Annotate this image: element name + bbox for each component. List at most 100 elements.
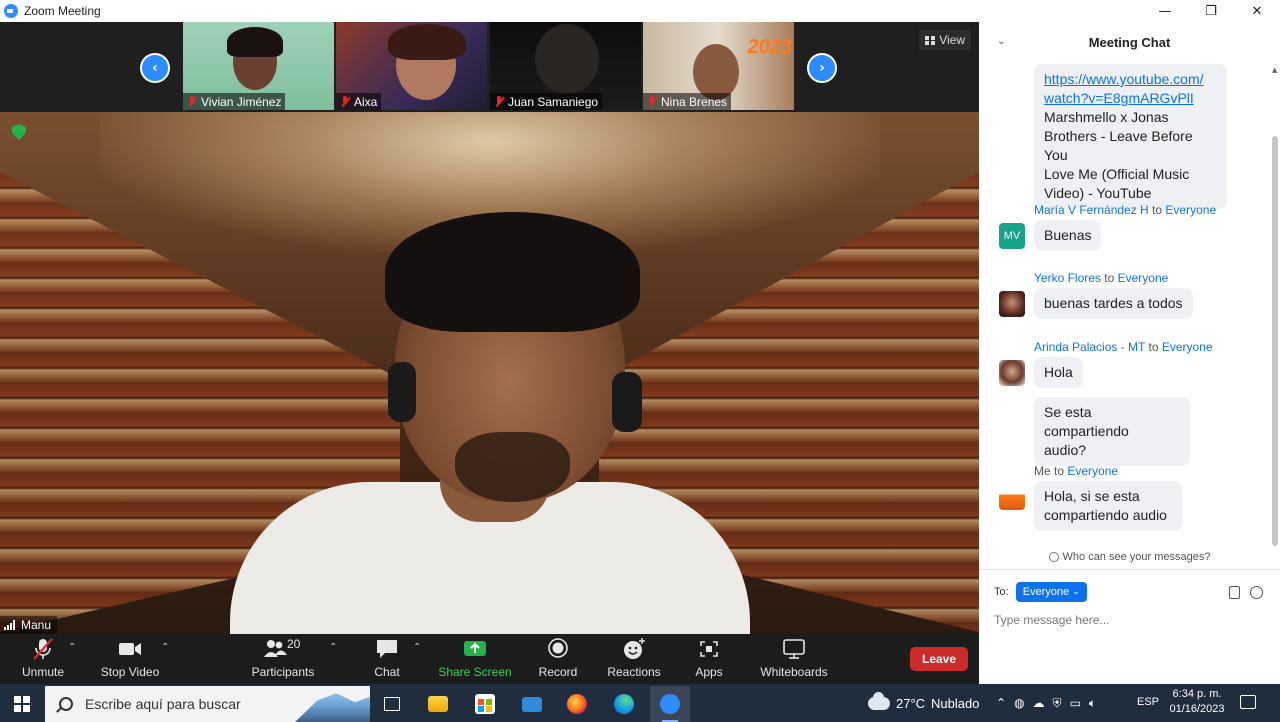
headset-icon <box>388 362 416 422</box>
mic-muted-icon <box>340 95 350 108</box>
window-title: Zoom Meeting <box>24 4 101 18</box>
restore-button[interactable]: ❐ <box>1188 0 1234 22</box>
person-icon <box>1048 552 1059 562</box>
task-view-icon <box>384 697 400 711</box>
message-sender-line: María V Fernández H to Everyone <box>1034 203 1217 217</box>
chevron-down-icon[interactable]: ⌄ <box>997 36 1005 47</box>
avatar <box>999 484 1025 510</box>
chevron-down-icon: ⌄ <box>1072 587 1080 597</box>
record-icon <box>545 637 571 661</box>
participant-thumb[interactable]: Juan Samaniego <box>490 22 641 110</box>
clock[interactable]: 6:34 p. m. 01/16/2023 <box>1166 687 1228 717</box>
cloud-icon <box>868 691 890 710</box>
video-area: ‹ Vivian Jiménez Aixa Juan Samaniego 202… <box>0 22 979 634</box>
mic-muted-icon <box>494 95 504 108</box>
message-link[interactable]: watch?v=E8gmARGvPlI <box>1044 90 1194 106</box>
firefox-button[interactable] <box>557 686 597 722</box>
message-link[interactable]: https://www.youtube.com/ <box>1044 71 1204 87</box>
participant-thumb[interactable]: 2023 Nina Brenes <box>643 22 794 110</box>
weather-widget[interactable]: 27°C Nublado <box>868 684 979 722</box>
app-tray-icon[interactable]: ◍ <box>1014 696 1024 710</box>
apps-icon <box>696 637 722 661</box>
participants-button[interactable]: 20 Participants <box>252 634 315 684</box>
chat-options-caret[interactable]: ⌃ <box>413 642 421 653</box>
store-button[interactable] <box>465 686 505 722</box>
participant-namebar: Nina Brenes <box>643 93 732 110</box>
zoom-app-icon <box>4 4 18 18</box>
reactions-button[interactable]: Reactions <box>606 634 662 684</box>
windows-start-icon[interactable] <box>14 696 30 712</box>
avatar: MV <box>999 223 1025 249</box>
windows-taskbar: Escribe aquí para buscar 27°C Nublado ⌃ … <box>0 684 1280 722</box>
unmute-button[interactable]: Unmute <box>18 634 68 684</box>
chat-button[interactable]: Chat <box>366 634 408 684</box>
edge-button[interactable] <box>604 686 644 722</box>
recipient-row: To: Everyone ⌄ <box>994 582 1087 602</box>
chat-message-bubble: Buenas <box>1034 220 1102 251</box>
emoji-icon[interactable] <box>1250 586 1263 599</box>
chat-message-bubble: Hola, si se esta compartiendo audio <box>1034 481 1182 531</box>
chevron-right-icon: › <box>819 60 825 76</box>
participants-options-caret[interactable]: ⌃ <box>329 642 337 653</box>
encryption-shield-icon[interactable] <box>12 124 26 140</box>
divider <box>979 569 1280 570</box>
audio-options-caret[interactable]: ⌃ <box>68 642 76 653</box>
file-explorer-button[interactable] <box>418 686 458 722</box>
recipient-dropdown[interactable]: Everyone ⌄ <box>1015 582 1087 602</box>
active-speaker-video: Manu <box>0 112 979 634</box>
participants-icon: 20 <box>263 637 303 661</box>
participant-namebar: Juan Samaniego <box>490 93 603 110</box>
share-screen-button[interactable]: Share Screen <box>438 634 512 684</box>
gallery-strip: ‹ Vivian Jiménez Aixa Juan Samaniego 202… <box>0 22 979 112</box>
file-icon[interactable] <box>1229 586 1240 599</box>
chat-message-input[interactable] <box>994 610 1264 630</box>
smiley-plus-icon <box>621 637 647 661</box>
mail-button[interactable] <box>512 686 552 722</box>
view-button[interactable]: View <box>919 30 971 50</box>
security-icon[interactable]: ⛨ <box>1053 696 1062 711</box>
zoom-taskbar-button[interactable] <box>650 686 690 722</box>
grid-view-icon <box>925 35 936 45</box>
chat-message-bubble: https://www.youtube.com/ watch?v=E8gmARG… <box>1034 64 1227 209</box>
scroll-up-icon[interactable]: ▲ <box>1272 66 1277 74</box>
mic-muted-icon <box>30 637 56 661</box>
chat-message-bubble: buenas tardes a todos <box>1034 288 1193 319</box>
system-tray: ⌃ ◍ ☁ ⛨ ▭ 🔈︎ <box>996 684 1096 722</box>
participant-namebar: Vivian Jiménez <box>183 93 286 110</box>
signal-strength-icon <box>4 620 16 630</box>
chevron-up-icon[interactable]: ⌃ <box>996 696 1006 710</box>
video-options-caret[interactable]: ⌃ <box>161 642 169 653</box>
stop-video-button[interactable]: Stop Video <box>100 634 160 684</box>
minimize-button[interactable]: — <box>1142 0 1188 22</box>
gallery-prev-button[interactable]: ‹ <box>140 53 170 83</box>
speaker-namebar: Manu <box>0 616 58 634</box>
gallery-next-button[interactable]: › <box>807 53 837 83</box>
cloud-tray-icon[interactable]: ☁ <box>1033 696 1045 710</box>
notification-icon[interactable] <box>1240 695 1256 709</box>
volume-icon[interactable]: 🔈︎ <box>1089 696 1096 711</box>
task-view-button[interactable] <box>372 686 412 722</box>
search-highlight-image <box>295 693 370 722</box>
participant-thumb[interactable]: Aixa <box>336 22 487 110</box>
avatar <box>999 360 1025 386</box>
window-titlebar: Zoom Meeting — ❐ ✕ <box>0 0 1280 22</box>
chat-message-bubble: Hola <box>1034 357 1083 388</box>
participant-thumb[interactable]: Vivian Jiménez <box>183 22 334 110</box>
language-indicator[interactable]: ESP <box>1137 696 1159 708</box>
leave-button[interactable]: Leave <box>910 647 968 671</box>
store-icon <box>475 694 495 714</box>
participant-namebar: Aixa <box>336 93 382 110</box>
screen: Zoom Meeting — ❐ ✕ ‹ Vivian Jiménez Aixa… <box>0 0 1280 722</box>
taskbar-search[interactable]: Escribe aquí para buscar <box>45 686 370 722</box>
message-sender-line: Yerko Flores to Everyone <box>1034 271 1169 285</box>
record-button[interactable]: Record <box>536 634 580 684</box>
chat-header: ⌄ Meeting Chat <box>979 22 1280 62</box>
whiteboards-button[interactable]: Whiteboards <box>758 634 830 684</box>
who-can-see-link[interactable]: Who can see your messages? <box>979 548 1280 566</box>
apps-button[interactable]: Apps <box>692 634 726 684</box>
avatar <box>999 291 1025 317</box>
whiteboard-icon <box>781 637 807 661</box>
chat-scrollbar[interactable]: ▲ <box>1272 66 1278 546</box>
close-button[interactable]: ✕ <box>1234 0 1280 22</box>
network-icon[interactable]: ▭ <box>1070 696 1081 710</box>
